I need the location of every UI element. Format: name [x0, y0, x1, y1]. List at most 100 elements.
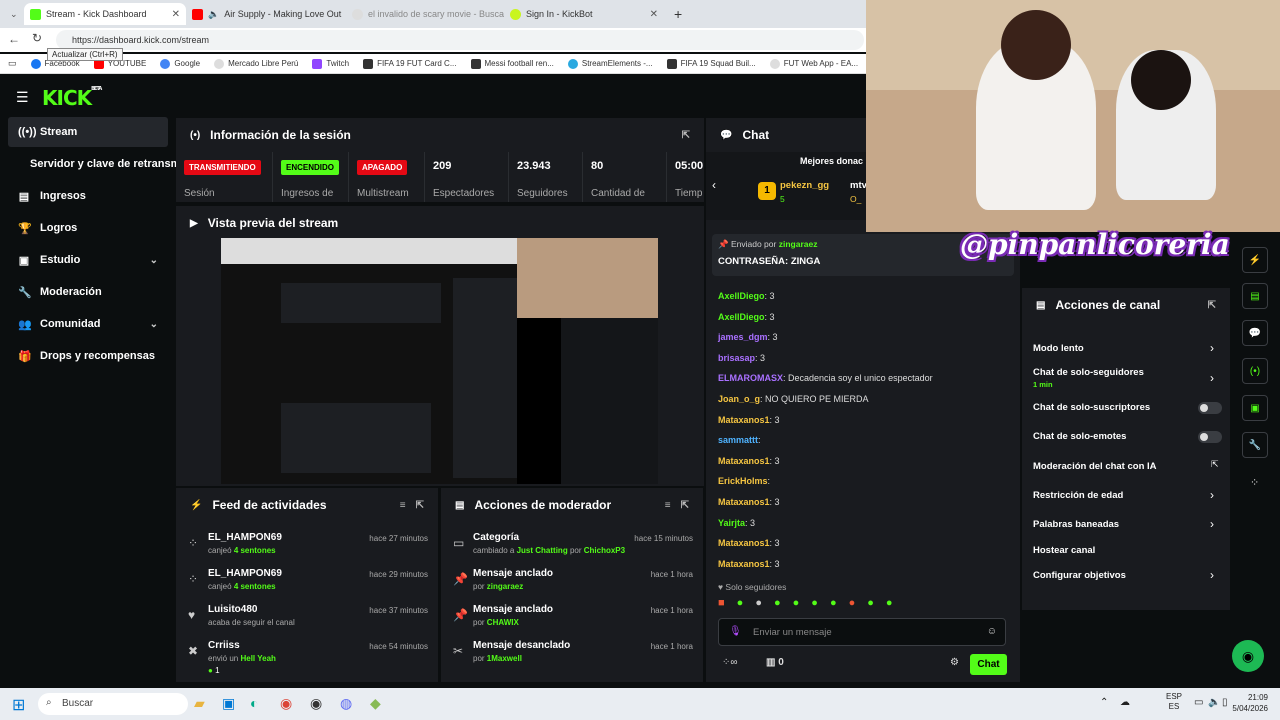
- filter-icon[interactable]: ≡: [400, 500, 406, 511]
- mod-user[interactable]: 1Maxwell: [487, 654, 522, 663]
- sidebar-item-achievements[interactable]: 🏆 Logros: [8, 213, 168, 243]
- chat-username[interactable]: ELMAROMASX: [718, 373, 783, 383]
- chat-username[interactable]: Joan_o_g: [718, 394, 760, 404]
- chevron-right-icon[interactable]: ›: [1210, 341, 1214, 355]
- language-indicator[interactable]: ESP ES: [1166, 692, 1182, 712]
- feed-username[interactable]: EL_HAMPON69: [208, 532, 282, 543]
- obs-icon[interactable]: ◉: [310, 695, 322, 712]
- back-icon[interactable]: ←: [8, 32, 20, 46]
- emote-icon[interactable]: ●: [737, 597, 744, 615]
- bolt-icon[interactable]: ⚡: [1242, 247, 1268, 273]
- slow-mode-action[interactable]: Modo lento: [1033, 343, 1084, 354]
- clock[interactable]: 21:09 5/04/2026: [1228, 692, 1268, 714]
- host-channel-action[interactable]: Hostear canal: [1033, 545, 1095, 556]
- menu-icon[interactable]: ☰: [16, 89, 30, 106]
- tab-list-button[interactable]: ⌄: [4, 3, 20, 25]
- bookmark[interactable]: Twitch: [312, 58, 349, 69]
- mod-user[interactable]: ChichoxP3: [584, 546, 625, 555]
- gear-icon[interactable]: ⚙: [950, 657, 959, 668]
- wrench-icon[interactable]: 🔧: [1242, 432, 1268, 458]
- banned-words-action[interactable]: Palabras baneadas: [1033, 519, 1119, 530]
- new-tab-button[interactable]: +: [668, 3, 688, 25]
- cloud-icon[interactable]: ☁: [1120, 697, 1130, 708]
- battery-icon[interactable]: ▯: [1222, 697, 1228, 708]
- tab-search-icon[interactable]: ▭: [8, 58, 17, 69]
- pinned-user[interactable]: zingaraez: [779, 239, 818, 249]
- chrome-icon[interactable]: ◉: [280, 695, 292, 712]
- feed-username[interactable]: EL_HAMPON69: [208, 568, 282, 579]
- send-chat-button[interactable]: Chat: [970, 654, 1007, 675]
- age-restriction-action[interactable]: Restricción de edad: [1033, 490, 1123, 501]
- chat-username[interactable]: ErickHolms: [718, 476, 768, 486]
- chat-username[interactable]: Mataxanos1: [718, 456, 770, 466]
- bookmark[interactable]: FIFA 19 FUT Card C...: [363, 58, 457, 69]
- tab-kickbot[interactable]: Sign In - KickBot ✕: [504, 3, 664, 25]
- ai-moderation-action[interactable]: Moderación del chat con IA: [1033, 461, 1157, 472]
- bookmark[interactable]: Google: [160, 58, 200, 69]
- emote-icon[interactable]: ●: [886, 597, 893, 615]
- taskbar-search[interactable]: ⌕ Buscar: [38, 693, 188, 715]
- chat-input[interactable]: 🎙 Enviar un mensaje ☺: [718, 618, 1006, 646]
- feed-username[interactable]: Crriiss: [208, 640, 240, 651]
- file-explorer-icon[interactable]: ▰: [194, 695, 205, 712]
- chat-username[interactable]: AxellDiego: [718, 312, 765, 322]
- feed-username[interactable]: Luisito480: [208, 604, 257, 615]
- chat-bubble-icon[interactable]: 💬: [1242, 320, 1268, 346]
- sidebar-item-studio[interactable]: ▣ Estudio ⌄: [8, 245, 168, 275]
- display-icon[interactable]: ▭: [1194, 697, 1203, 708]
- url-field[interactable]: https://dashboard.kick.com/stream: [56, 30, 864, 50]
- emotes-only-toggle[interactable]: [1198, 431, 1222, 443]
- mod-user[interactable]: zingaraez: [487, 582, 523, 591]
- chevron-right-icon[interactable]: ›: [1210, 371, 1214, 385]
- chat-username[interactable]: Yairjta: [718, 518, 745, 528]
- sidebar-item-stream[interactable]: ((•)) Stream: [8, 117, 168, 147]
- emote-icon[interactable]: ●: [849, 597, 856, 615]
- chevron-right-icon[interactable]: ›: [1210, 517, 1214, 531]
- sidebar-item-community[interactable]: 👥 Comunidad ⌄: [8, 309, 168, 339]
- popout-icon[interactable]: ⇱: [1208, 300, 1216, 311]
- tab-google-search[interactable]: el invalido de scary movie - Busca ✕: [346, 3, 504, 25]
- emote-icon[interactable]: ●: [830, 597, 837, 615]
- emote-icon[interactable]: ■: [718, 597, 725, 615]
- chat-username[interactable]: Mataxanos1: [718, 415, 770, 425]
- tab-kick-dashboard[interactable]: Stream - Kick Dashboard ✕: [24, 3, 186, 25]
- stream-preview-video[interactable]: [221, 238, 658, 484]
- emote-icon[interactable]: ●: [811, 597, 818, 615]
- sidebar-item-drops[interactable]: 🎁 Drops y recompensas: [8, 341, 168, 371]
- chat-username[interactable]: Mataxanos1: [718, 497, 770, 507]
- edge-icon[interactable]: ◐: [250, 695, 258, 711]
- chat-username[interactable]: Mataxanos1: [718, 538, 770, 548]
- microphone-icon[interactable]: 🎙: [729, 626, 742, 637]
- discord-icon[interactable]: ◍: [340, 695, 352, 712]
- kick-logo[interactable]: KICKBETA: [42, 86, 102, 110]
- emoji-icon[interactable]: ☺: [987, 626, 997, 637]
- bookmark[interactable]: StreamElements -...: [567, 58, 653, 69]
- sidebar-item-server-key[interactable]: Servidor y clave de retransmisión: [8, 149, 176, 179]
- document-icon[interactable]: ▤: [1242, 283, 1268, 309]
- close-tab-icon[interactable]: ✕: [650, 9, 658, 20]
- tab-youtube[interactable]: 🔈 Air Supply - Making Love Out ✕: [186, 3, 346, 25]
- bookmark[interactable]: Mercado Libre Perú: [214, 58, 298, 69]
- store-icon[interactable]: ▣: [222, 695, 235, 712]
- emote-icon[interactable]: ●: [774, 597, 781, 615]
- bookmark[interactable]: Messi football ren...: [470, 58, 554, 69]
- help-chat-icon[interactable]: ◉: [1232, 640, 1264, 672]
- popout-icon[interactable]: ⇱: [682, 130, 690, 141]
- reload-icon[interactable]: ↻: [32, 31, 42, 45]
- shield-icon[interactable]: ▣: [1242, 395, 1268, 421]
- sidebar-item-income[interactable]: ▤ Ingresos: [8, 181, 168, 211]
- chevron-left-icon[interactable]: ‹: [712, 178, 716, 192]
- bookmark[interactable]: FIFA 19 Squad Buil...: [666, 58, 756, 69]
- emote-icon[interactable]: ●: [793, 597, 800, 615]
- subscribers-only-toggle[interactable]: [1198, 402, 1222, 414]
- filter-icon[interactable]: ≡: [665, 500, 671, 511]
- donor-name[interactable]: mtv: [850, 180, 867, 191]
- emote-icon[interactable]: ●: [867, 597, 874, 615]
- speaker-icon[interactable]: 🔈: [1208, 697, 1220, 708]
- broadcast-icon[interactable]: (•): [1242, 358, 1268, 384]
- sidebar-item-moderation[interactable]: 🔧 Moderación: [8, 277, 168, 307]
- mod-user[interactable]: CHAWIX: [487, 618, 519, 627]
- bookmark[interactable]: FUT Web App - EA...: [769, 58, 858, 69]
- chat-username[interactable]: james_dgm: [718, 332, 768, 342]
- close-tab-icon[interactable]: ✕: [172, 9, 180, 20]
